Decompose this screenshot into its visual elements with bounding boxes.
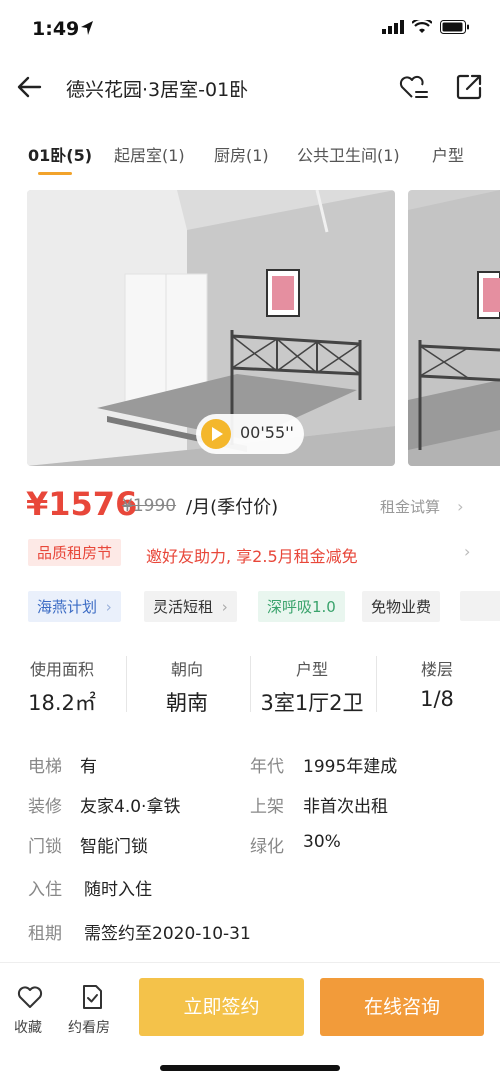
divider: [126, 656, 127, 712]
info-year-value: 1995年建成: [303, 757, 398, 777]
status-time: 1:49: [32, 18, 80, 40]
sign-now-button[interactable]: 立即签约: [139, 978, 304, 1036]
divider: [376, 656, 377, 712]
location-arrow-icon: [80, 20, 94, 40]
info-decor-key: 装修: [28, 797, 62, 817]
home-indicator: [160, 1065, 340, 1071]
info-lock-key: 门锁: [28, 837, 62, 857]
back-arrow-icon[interactable]: [14, 72, 44, 102]
online-consult-button[interactable]: 在线咨询: [320, 978, 484, 1036]
play-icon: [201, 419, 231, 449]
tag-haiyan-plan[interactable]: 海燕计划 ›: [28, 591, 121, 622]
tag-deep-breath[interactable]: 深呼吸1.0: [258, 591, 345, 622]
room-tabs: 01卧(5) 起居室(1) 厨房(1) 公共卫生间(1) 户型: [0, 140, 500, 180]
info-elevator-key: 电梯: [28, 757, 62, 777]
battery-icon: [440, 20, 469, 34]
tab-bathroom[interactable]: 公共卫生间(1): [297, 142, 400, 166]
tag-overflow[interactable]: [460, 591, 500, 621]
tag-flexible-lease[interactable]: 灵活短租 ›: [144, 591, 237, 622]
nav-header: 德兴花园·3居室-01卧: [0, 62, 500, 118]
spec-layout-value: 3室1厅2卫: [260, 691, 364, 715]
info-checkin-key: 入住: [28, 880, 62, 900]
tab-kitchen[interactable]: 厨房(1): [214, 142, 269, 166]
info-elevator-value: 有: [80, 757, 97, 777]
favorite-compare-icon[interactable]: [396, 70, 430, 104]
page-title: 德兴花园·3居室-01卧: [66, 79, 249, 101]
info-lock-value: 智能门锁: [80, 837, 148, 857]
spec-orientation-value: 朝南: [166, 691, 208, 715]
current-price: ¥1576: [26, 485, 138, 523]
info-green-key: 绿化: [250, 837, 284, 857]
info-year-key: 年代: [250, 757, 284, 777]
info-green-value: 30%: [303, 832, 341, 852]
bottom-action-bar: 收藏 约看房 立即签约 在线咨询: [0, 962, 500, 1083]
info-lease-key: 租期: [28, 924, 62, 944]
appointment-label[interactable]: 约看房: [68, 1017, 110, 1037]
spec-area-value: 18.2㎡: [28, 691, 96, 715]
share-icon[interactable]: [454, 72, 484, 102]
spec-layout-label: 户型: [295, 660, 328, 679]
signal-icon: [382, 20, 404, 34]
info-decor-value: 友家4.0·拿铁: [80, 797, 181, 817]
promo-tag: 品质租房节: [28, 539, 122, 566]
spec-orientation-label: 朝向: [170, 660, 203, 679]
info-lease-value: 需签约至2020-10-31: [84, 924, 251, 944]
original-price: ¥1990: [122, 496, 177, 516]
heart-icon[interactable]: [16, 983, 44, 1011]
info-listing-key: 上架: [250, 797, 284, 817]
chevron-right-icon: ›: [457, 497, 464, 516]
calendar-check-icon[interactable]: [78, 983, 106, 1011]
price-unit: /月(季付价): [186, 497, 279, 518]
tab-bedroom[interactable]: 01卧(5): [28, 142, 92, 166]
chevron-right-icon: ›: [105, 598, 112, 616]
tag-no-property-fee[interactable]: 免物业费: [362, 591, 441, 622]
tag-label: 海燕计划: [37, 598, 98, 616]
wifi-icon: [412, 20, 432, 33]
chevron-right-icon: ›: [221, 598, 228, 616]
rent-calculator-label: 租金试算: [380, 498, 441, 516]
room-photo-next[interactable]: [408, 190, 500, 466]
rent-calculator-link[interactable]: 租金试算 ›: [380, 496, 464, 517]
video-play-button[interactable]: 00'55'': [196, 414, 304, 454]
chevron-right-icon: ›: [464, 542, 471, 561]
favorite-label[interactable]: 收藏: [14, 1017, 42, 1037]
divider: [250, 656, 251, 712]
status-icons: [382, 20, 470, 34]
spec-area-label: 使用面积: [29, 660, 94, 679]
tab-living-room[interactable]: 起居室(1): [114, 142, 185, 166]
promo-text: 邀好友助力, 享2.5月租金减免: [146, 547, 358, 566]
info-listing-value: 非首次出租: [303, 797, 388, 817]
tag-label: 灵活短租: [153, 598, 214, 616]
info-checkin-value: 随时入住: [84, 880, 152, 900]
spec-floor-label: 楼层: [420, 660, 453, 679]
spec-floor-value: 1/8: [420, 687, 454, 711]
promo-banner[interactable]: 品质租房节 邀好友助力, 享2.5月租金减免 ›: [0, 535, 500, 573]
tab-floorplan[interactable]: 户型: [432, 142, 464, 166]
video-duration: 00'55'': [240, 423, 294, 442]
active-tab-indicator: [38, 172, 72, 175]
status-bar: 1:49: [0, 0, 500, 60]
